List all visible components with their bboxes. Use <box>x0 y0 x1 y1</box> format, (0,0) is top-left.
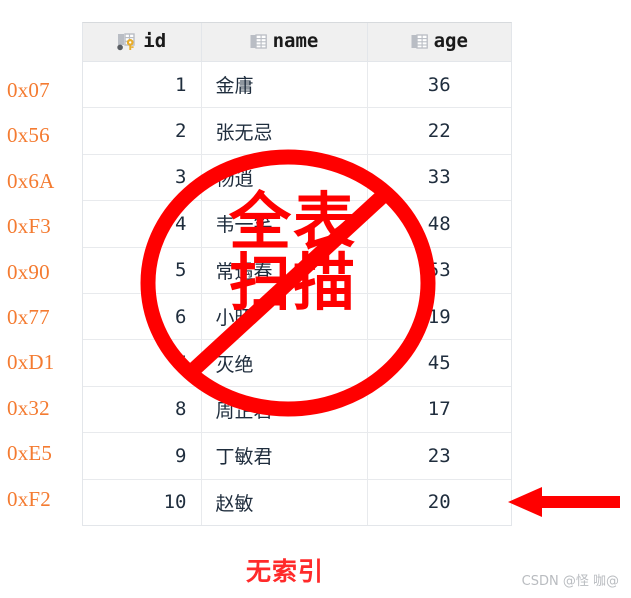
column-header-label: age <box>433 30 468 52</box>
row-address: 0x07 <box>7 78 50 102</box>
table-row[interactable]: 6 小昭 19 <box>83 293 511 341</box>
cell-id: 8 <box>83 386 202 434</box>
table-row[interactable]: 9 丁敏君 23 <box>83 432 511 480</box>
cell-id: 3 <box>83 154 202 202</box>
row-address: 0x90 <box>7 259 50 284</box>
screenshot-root: 0x07 0x56 0x6A 0xF3 0x90 0x77 0xD1 0x32 … <box>0 0 631 598</box>
cell-age: 36 <box>367 61 511 109</box>
cell-name: 常遇春 <box>201 247 368 294</box>
cell-name: 金庸 <box>201 61 368 109</box>
table-row[interactable]: 8 周芷若 17 <box>83 386 511 434</box>
cell-name: 韦一笑 <box>201 200 368 248</box>
cell-id: 5 <box>83 247 202 294</box>
cell-age: 23 <box>367 432 511 480</box>
data-table: id name age 1 金庸 36 2 张无忌 22 3 杨逍 33 4 韦… <box>82 22 512 526</box>
row-address: 0xF3 <box>7 214 51 239</box>
table-column-icon <box>411 34 428 50</box>
column-header-label: name <box>272 30 319 52</box>
table-row[interactable]: 3 杨逍 33 <box>83 154 511 202</box>
row-address: 0xF2 <box>7 486 51 511</box>
row-address: 0xE5 <box>7 441 53 466</box>
cell-name: 灭绝 <box>201 339 368 387</box>
cell-age: 19 <box>367 293 511 341</box>
primary-key-table-icon <box>117 33 137 51</box>
cell-id: 6 <box>83 293 202 341</box>
row-address: 0x77 <box>7 304 50 329</box>
cell-age: 53 <box>367 247 511 294</box>
table-row[interactable]: 4 韦一笑 48 <box>83 200 511 248</box>
table-header-row: id name age <box>83 23 511 62</box>
cell-age: 20 <box>427 491 451 514</box>
column-header-id[interactable]: id <box>83 23 202 62</box>
table-column-icon <box>250 34 267 50</box>
left-arrow-icon <box>508 487 620 517</box>
column-header-label: id <box>143 30 167 52</box>
watermark: CSDN @怪 咖@ <box>521 574 619 589</box>
cell-age: 22 <box>367 107 511 155</box>
cell-id: 4 <box>83 200 202 248</box>
cell-age: 45 <box>367 339 511 387</box>
table-row[interactable]: 5 常遇春 53 <box>83 247 511 294</box>
column-header-age[interactable]: age <box>367 23 511 62</box>
cell-age: 33 <box>367 154 511 202</box>
cell-age: 17 <box>367 386 511 434</box>
cell-id: 9 <box>83 432 202 480</box>
cell-name: 周芷若 <box>201 386 368 434</box>
table-row[interactable]: 1 金庸 36 <box>83 61 511 109</box>
table-row[interactable]: 2 张无忌 22 <box>83 107 511 155</box>
caption-no-index: 无索引 <box>246 557 325 586</box>
cell-id: 10 <box>83 479 202 525</box>
row-address: 0x56 <box>7 123 50 148</box>
cell-name: 赵敏 <box>201 479 368 525</box>
cell-age: 48 <box>367 200 511 248</box>
table-row[interactable]: 10 赵敏 20 <box>83 479 511 525</box>
cell-name: 丁敏君 <box>201 432 368 480</box>
row-address: 0x32 <box>7 395 50 420</box>
cell-name: 张无忌 <box>201 107 368 155</box>
cell-id: 1 <box>83 61 202 109</box>
row-address: 0x6A <box>7 168 55 193</box>
row-address-gutter: 0x07 0x56 0x6A 0xF3 0x90 0x77 0xD1 0x32 … <box>0 68 80 522</box>
cell-name: 杨逍 <box>201 154 368 202</box>
cell-id: 2 <box>83 107 202 155</box>
cell-name: 小昭 <box>201 293 368 341</box>
table-row[interactable]: 7 灭绝 45 <box>83 339 511 387</box>
column-header-name[interactable]: name <box>201 23 368 62</box>
row-address: 0xD1 <box>7 350 55 375</box>
cell-id: 7 <box>83 339 202 387</box>
